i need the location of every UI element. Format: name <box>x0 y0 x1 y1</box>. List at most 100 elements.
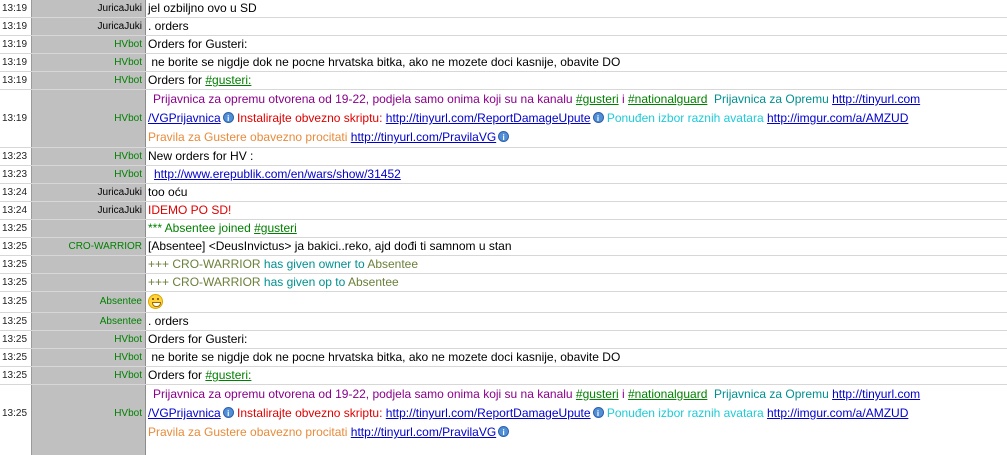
chat-row: 13:25 HVbot Prijavnica za opremu otvoren… <box>0 385 1007 442</box>
message-text: . orders <box>148 19 189 33</box>
chat-row: 13:24 JuricaJuki too oću <box>0 184 1007 202</box>
message-segment: Pravila za Gustere obavezno procitati <box>148 425 351 439</box>
message-text: IDEMO PO SD! <box>148 203 232 217</box>
channel-link[interactable]: #gusteri: <box>205 73 251 87</box>
message-text: Orders for #gusteri: <box>145 367 1007 384</box>
nickname[interactable] <box>32 256 145 273</box>
nickname[interactable]: HVbot <box>32 148 145 165</box>
info-icon[interactable]: i <box>592 407 604 418</box>
message-text: Orders for Gusteri: <box>148 332 248 346</box>
message-segment: Instalirajte obvezno skriptu: <box>233 406 386 420</box>
info-icon[interactable]: i <box>592 112 604 123</box>
url-link[interactable]: http://tinyurl.com/ReportDamageUpute <box>386 406 591 420</box>
message-text: ne borite se nigdje dok ne pocne hrvatsk… <box>148 55 621 69</box>
url-link[interactable]: http://www.erepublik.com/en/wars/show/31… <box>154 167 401 181</box>
nickname[interactable]: HVbot <box>32 349 145 366</box>
timestamp: 13:25 <box>2 370 28 381</box>
timestamp: 13:25 <box>2 259 28 270</box>
timestamp: 13:19 <box>2 75 28 86</box>
info-icon[interactable]: i <box>222 407 234 418</box>
message-segment: +++ CRO-WARRIOR <box>148 257 261 271</box>
chat-row: 13:25 HVbot Orders for #gusteri: <box>0 367 1007 385</box>
url-link[interactable]: http://imgur.com/a/AMZUD <box>767 406 908 420</box>
message-segment: i <box>618 92 628 106</box>
nickname[interactable]: Absentee <box>32 292 145 312</box>
url-link[interactable]: http://tinyurl.com/ReportDamageUpute <box>386 111 591 125</box>
nickname[interactable]: JuricaJuki <box>32 18 145 35</box>
timestamp: 13:25 <box>2 277 28 288</box>
url-link[interactable]: http://tinyurl.com/PravilaVG <box>351 425 496 439</box>
nickname[interactable]: HVbot <box>32 72 145 89</box>
nickname[interactable]: CRO-WARRIOR <box>32 238 145 255</box>
info-icon[interactable]: i <box>222 112 234 123</box>
channel-link[interactable]: #gusteri <box>576 92 619 106</box>
url-link[interactable]: http://imgur.com/a/AMZUD <box>767 111 908 125</box>
channel-link[interactable]: #nationalguard <box>628 387 707 401</box>
chat-row: 13:25 Absentee <box>0 292 1007 313</box>
message-segment: Instalirajte obvezno skriptu: <box>233 111 386 125</box>
nickname[interactable]: HVbot <box>32 36 145 53</box>
message-text: +++ CRO-WARRIOR has given owner to Absen… <box>145 256 1007 273</box>
message-segment: Absentee <box>347 275 399 289</box>
chat-row: 13:25 Absentee . orders <box>0 313 1007 331</box>
timestamp: 13:19 <box>2 113 28 124</box>
nickname[interactable]: HVbot <box>32 385 145 442</box>
channel-link[interactable]: #gusteri <box>254 221 297 235</box>
timestamp: 13:19 <box>2 57 28 68</box>
timestamp: 13:19 <box>2 21 28 32</box>
nickname[interactable]: JuricaJuki <box>32 202 145 219</box>
url-link[interactable]: http://tinyurl.com <box>832 92 920 106</box>
timestamp: 13:19 <box>2 39 28 50</box>
info-icon[interactable]: i <box>498 426 510 437</box>
message-segment: Prijavnica za opremu otvorena od 19-22, … <box>153 92 576 106</box>
chat-row: 13:25 +++ CRO-WARRIOR has given owner to… <box>0 256 1007 274</box>
timestamp: 13:23 <box>2 169 28 180</box>
nickname[interactable]: HVbot <box>32 54 145 71</box>
message-segment: has given op to <box>260 275 348 289</box>
nickname[interactable]: HVbot <box>32 367 145 384</box>
chat-row: 13:19 HVbot ne borite se nigdje dok ne p… <box>0 54 1007 72</box>
message-segment: Prijavnica za opremu otvorena od 19-22, … <box>153 387 576 401</box>
chat-row: 13:23 HVbot http://www.erepublik.com/en/… <box>0 166 1007 184</box>
message-segment: Ponuđen izbor raznih avatara <box>603 111 767 125</box>
message-prefix: *** Absentee joined <box>148 221 255 235</box>
timestamp: 13:25 <box>2 408 28 419</box>
chat-row: 13:19 JuricaJuki jel ozbiljno ovo u SD <box>0 0 1007 18</box>
nickname[interactable]: JuricaJuki <box>32 0 145 17</box>
nickname[interactable]: JuricaJuki <box>32 184 145 201</box>
chat-row: 13:25 CRO-WARRIOR [Absentee] <DeusInvict… <box>0 238 1007 256</box>
channel-link[interactable]: #gusteri: <box>205 368 251 382</box>
message-segment: has given owner to <box>260 257 368 271</box>
nickname[interactable]: HVbot <box>32 166 145 183</box>
nickname[interactable]: HVbot <box>32 331 145 348</box>
message-text: too oću <box>148 185 188 199</box>
info-icon[interactable]: i <box>498 131 510 142</box>
message-text: Orders for #gusteri: <box>145 72 1007 89</box>
nickname[interactable]: HVbot <box>32 90 145 147</box>
nickname[interactable]: Absentee <box>32 313 145 330</box>
nickname[interactable] <box>32 220 145 237</box>
message-segment: Prijavnica za Opremu <box>707 92 833 106</box>
timestamp: 13:24 <box>2 187 28 198</box>
chat-row: 13:25 *** Absentee joined #gusteri <box>0 220 1007 238</box>
chat-row: 13:24 JuricaJuki IDEMO PO SD! <box>0 202 1007 220</box>
chat-log: 13:19 JuricaJuki jel ozbiljno ovo u SD 1… <box>0 0 1007 455</box>
timestamp: 13:25 <box>2 334 28 345</box>
timestamp: 13:23 <box>2 151 28 162</box>
message-text: New orders for HV : <box>148 149 254 163</box>
channel-link[interactable]: #gusteri <box>576 387 619 401</box>
timestamp: 13:25 <box>2 241 28 252</box>
message-segment: Prijavnica za Opremu <box>707 387 833 401</box>
url-link[interactable]: http://tinyurl.com/PravilaVG <box>351 130 496 144</box>
chat-row: 13:25 +++ CRO-WARRIOR has given op to Ab… <box>0 274 1007 292</box>
nickname[interactable] <box>32 274 145 291</box>
channel-link[interactable]: #nationalguard <box>628 92 707 106</box>
timestamp: 13:25 <box>2 316 28 327</box>
url-link[interactable]: /VGPrijavnica <box>148 111 221 125</box>
url-link[interactable]: /VGPrijavnica <box>148 406 221 420</box>
message-segment: Pravila za Gustere obavezno procitati <box>148 130 351 144</box>
smiley-icon <box>148 294 163 309</box>
url-link[interactable]: http://tinyurl.com <box>832 387 920 401</box>
message-text: Orders for Gusteri: <box>148 37 248 51</box>
message-text: Prijavnica za opremu otvorena od 19-22, … <box>145 385 1007 442</box>
